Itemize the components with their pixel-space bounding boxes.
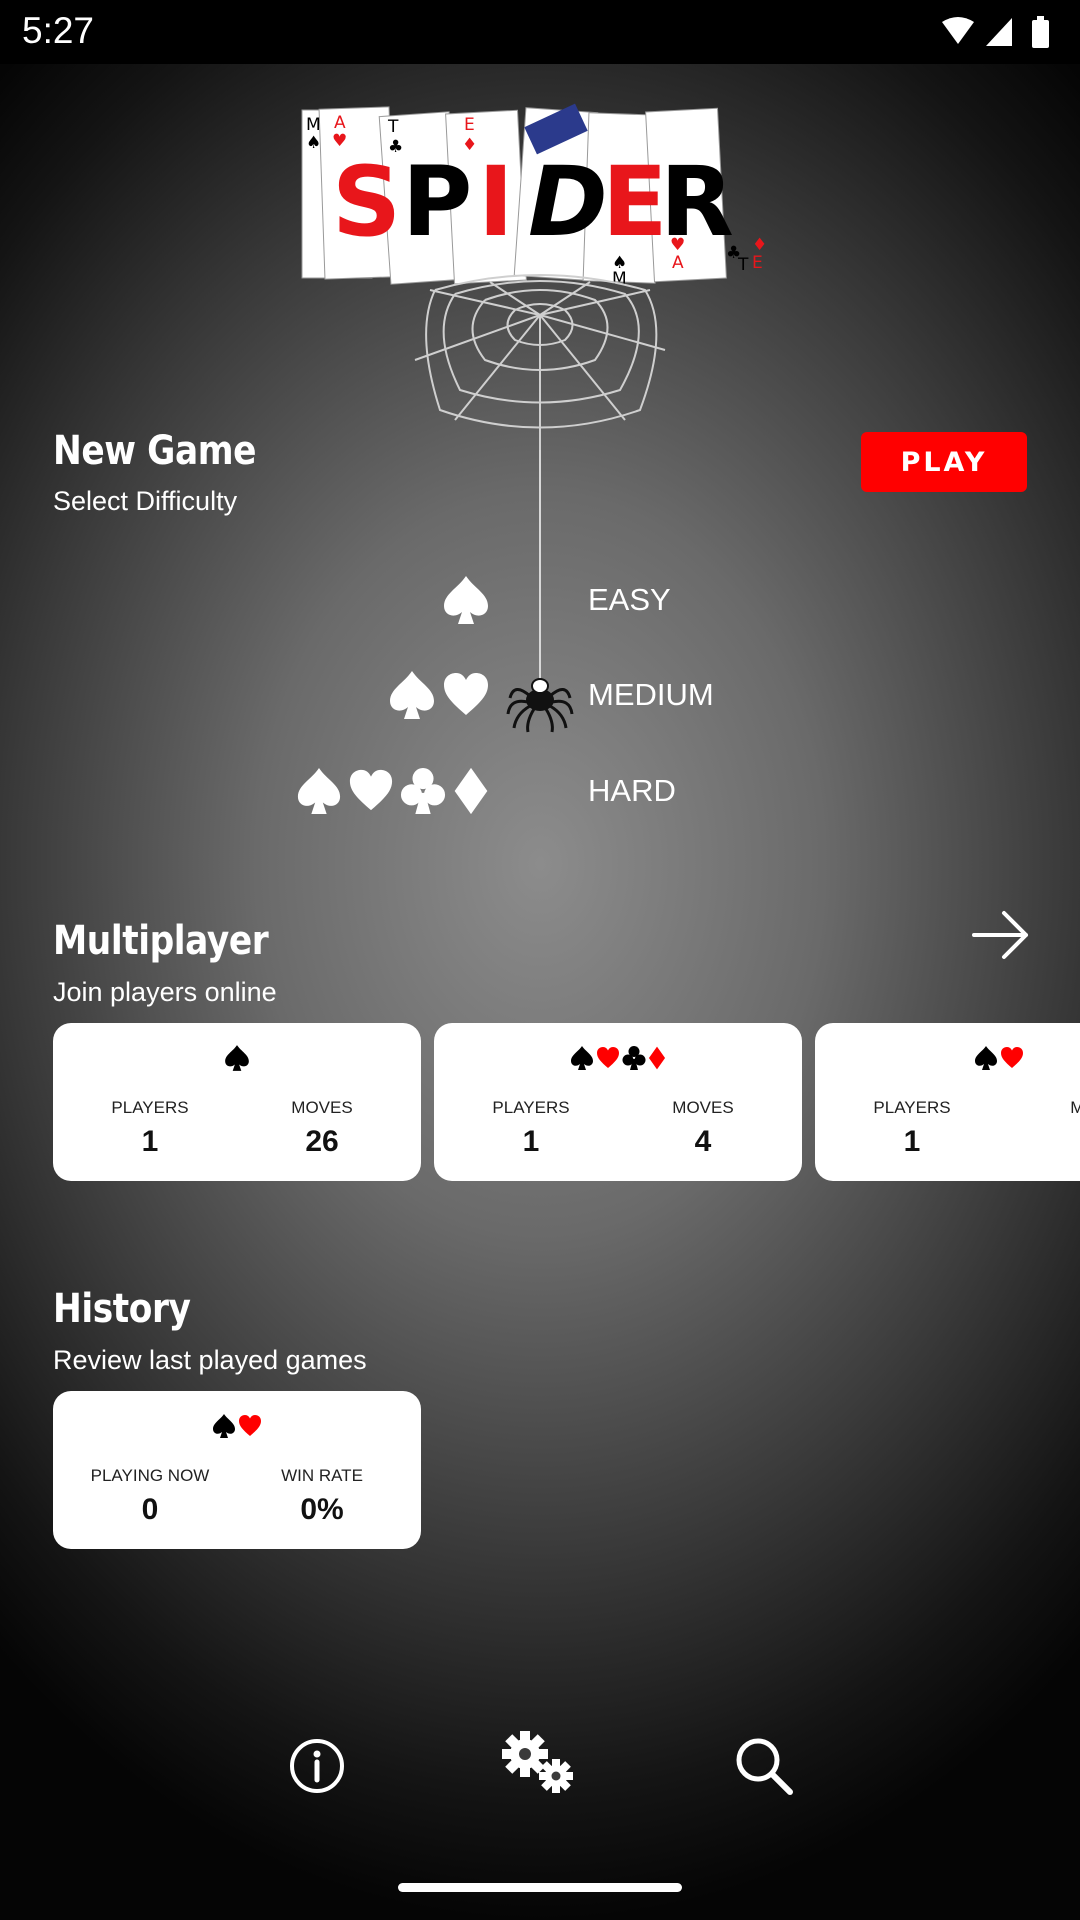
- spade-icon: [975, 1046, 997, 1070]
- history-title: History: [53, 1286, 191, 1332]
- card-suits: [53, 1409, 421, 1443]
- stat-value: 1: [522, 1125, 540, 1158]
- stat-label: MOVES: [672, 1098, 734, 1117]
- new-game-subtitle: Select Difficulty: [53, 486, 238, 516]
- card-suits: [815, 1041, 1080, 1075]
- multiplayer-subtitle: Join players online: [53, 977, 277, 1007]
- heart-icon: [349, 769, 393, 811]
- new-game-title: New Game: [53, 428, 257, 474]
- home-indicator[interactable]: [398, 1883, 682, 1892]
- svg-text:M: M: [306, 115, 321, 135]
- status-bar: 5:27: [0, 0, 1080, 64]
- stat-label: MOVES: [291, 1098, 353, 1117]
- wifi-icon: [942, 17, 974, 44]
- svg-text:A: A: [334, 113, 346, 133]
- multiplayer-game-card[interactable]: PLAYERS 1 MO: [815, 1023, 1080, 1181]
- spade-icon: [297, 768, 341, 814]
- card-suits: [434, 1041, 802, 1075]
- club-icon: [400, 768, 446, 814]
- spade-icon: [213, 1414, 235, 1438]
- svg-text:A: A: [672, 253, 684, 273]
- stat-label: PLAYERS: [111, 1098, 189, 1117]
- cobweb: [414, 274, 666, 450]
- spider-logo: S P I D E R M♠ A♥ T♣ E♦ ♠M ♥A ♣T ♦E: [301, 103, 767, 450]
- difficulty-label: MEDIUM: [588, 677, 714, 712]
- stat-label: MO: [1070, 1098, 1080, 1117]
- stat-label: WIN RATE: [281, 1466, 363, 1485]
- stat-value: 0: [141, 1493, 159, 1526]
- status-icons: [942, 16, 1049, 48]
- stat-value: 26: [305, 1125, 339, 1158]
- difficulty-label: EASY: [588, 582, 671, 617]
- svg-text:E: E: [602, 146, 668, 258]
- multiplayer-title: Multiplayer: [53, 918, 269, 964]
- svg-text:P: P: [402, 146, 472, 258]
- difficulty-hard[interactable]: HARD: [0, 756, 1080, 826]
- spade-icon: [571, 1046, 593, 1070]
- history-subtitle: Review last played games: [53, 1345, 367, 1375]
- difficulty-suits: [442, 565, 490, 635]
- svg-text:T: T: [387, 117, 399, 137]
- stat-label: PLAYERS: [492, 1098, 570, 1117]
- svg-text:♦: ♦: [752, 235, 767, 255]
- svg-text:M: M: [612, 269, 627, 289]
- stat-value: 4: [694, 1125, 712, 1158]
- stat-value: 0%: [300, 1493, 344, 1526]
- difficulty-easy[interactable]: EASY: [0, 565, 1080, 635]
- heart-icon: [1001, 1047, 1023, 1068]
- stat-label: PLAYERS: [873, 1098, 951, 1117]
- stat-label: PLAYING NOW: [90, 1466, 210, 1485]
- svg-text:♥: ♥: [670, 235, 685, 255]
- spade-icon: [390, 671, 434, 719]
- search-icon[interactable]: [730, 1732, 798, 1800]
- gear-icon[interactable]: [498, 1728, 582, 1800]
- stat-value: 1: [903, 1125, 921, 1158]
- svg-text:♣: ♣: [388, 137, 403, 157]
- diamond-icon: [648, 1046, 666, 1070]
- difficulty-suits: [388, 660, 490, 730]
- svg-text:D: D: [528, 146, 608, 258]
- spade-icon: [444, 576, 488, 624]
- status-time: 5:27: [22, 10, 95, 51]
- arrow-right-icon[interactable]: [970, 905, 1032, 965]
- info-icon[interactable]: [283, 1732, 351, 1800]
- diamond-icon: [454, 767, 488, 815]
- multiplayer-game-card[interactable]: PLAYERS 1 MOVES 4: [434, 1023, 802, 1181]
- svg-text:♠: ♠: [306, 133, 321, 153]
- heart-icon: [597, 1047, 619, 1068]
- signal-icon: [986, 18, 1012, 46]
- spade-icon: [225, 1045, 249, 1071]
- svg-text:♦: ♦: [462, 135, 477, 155]
- svg-text:I: I: [478, 146, 514, 258]
- difficulty-medium[interactable]: MEDIUM: [0, 660, 1080, 730]
- history-game-card[interactable]: PLAYING NOW 0 WIN RATE 0%: [53, 1391, 421, 1549]
- play-button[interactable]: PLAY: [861, 432, 1027, 492]
- heart-icon: [239, 1415, 261, 1436]
- svg-text:E: E: [752, 253, 763, 273]
- stat-value: 1: [141, 1125, 159, 1158]
- heart-icon: [444, 673, 488, 715]
- difficulty-label: HARD: [588, 773, 676, 808]
- svg-text:T: T: [737, 255, 749, 275]
- club-icon: [622, 1046, 646, 1070]
- svg-text:E: E: [464, 115, 475, 135]
- svg-text:♥: ♥: [332, 131, 347, 151]
- svg-text:S: S: [332, 146, 401, 258]
- card-suits: [53, 1041, 421, 1075]
- multiplayer-cards: PLAYERS 1 MOVES 26 PLAYERS 1 MOVES 4 PLA…: [53, 1023, 1080, 1181]
- multiplayer-game-card[interactable]: PLAYERS 1 MOVES 26: [53, 1023, 421, 1181]
- battery-icon: [1032, 20, 1049, 48]
- difficulty-suits: [296, 756, 490, 826]
